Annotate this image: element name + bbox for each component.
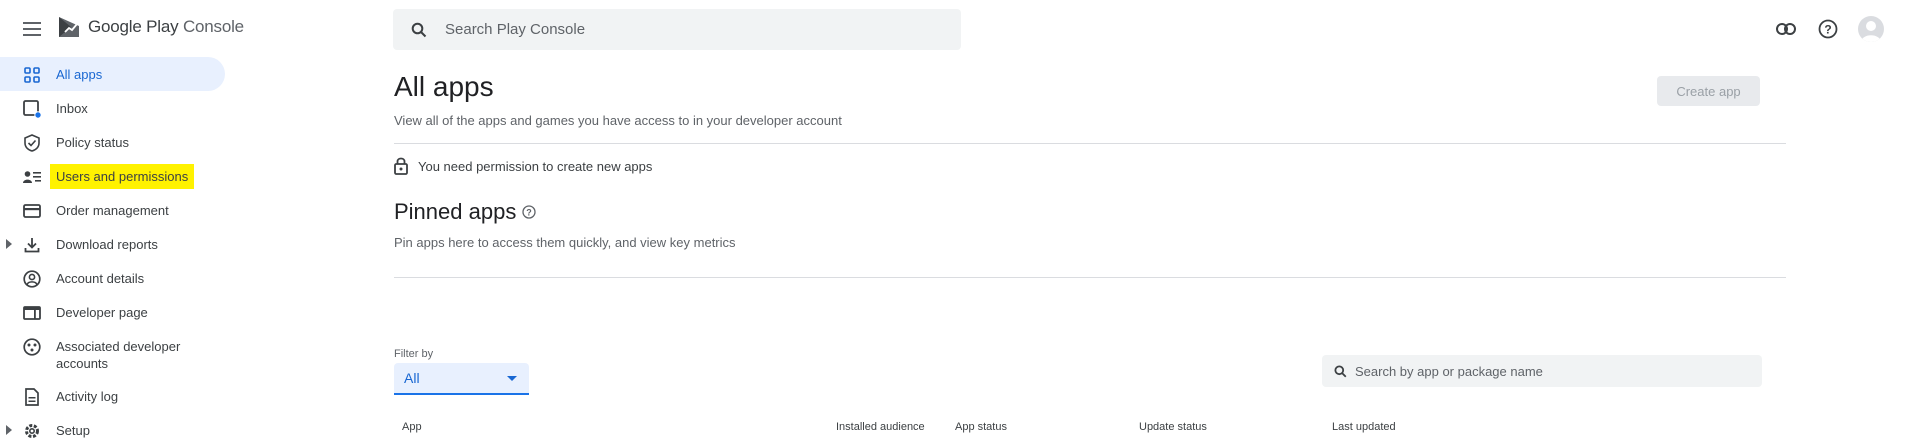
expand-arrow-icon[interactable]	[6, 425, 12, 435]
sidebar-nav: All apps Inbox Policy status Users and p…	[0, 57, 225, 442]
column-header-installed-audience[interactable]: Installed audience	[836, 421, 925, 433]
column-header-app[interactable]: App	[402, 421, 422, 433]
permission-notice: You need permission to create new apps	[394, 157, 652, 175]
play-console-logo-icon	[59, 17, 79, 37]
sidebar-item-setup[interactable]: Setup	[0, 413, 225, 442]
link-icon[interactable]	[1774, 17, 1798, 41]
search-icon	[1334, 364, 1347, 377]
filter-by-label: Filter by	[394, 348, 434, 360]
create-app-button[interactable]: Create app	[1657, 76, 1760, 106]
lock-icon	[394, 157, 408, 175]
sidebar-item-all-apps[interactable]: All apps	[0, 57, 225, 91]
sidebar-item-label: Associated developer accounts	[56, 339, 181, 371]
svg-text:?: ?	[1824, 23, 1831, 37]
search-icon	[411, 22, 427, 37]
web-page-icon	[23, 304, 41, 322]
help-icon[interactable]: ?	[1816, 17, 1840, 41]
pinned-apps-heading: Pinned apps ?	[394, 199, 536, 225]
google-play-console-logo[interactable]: Google Play Console	[56, 14, 244, 40]
column-header-last-updated[interactable]: Last updated	[1332, 421, 1396, 433]
hamburger-menu-icon[interactable]	[20, 17, 44, 41]
sidebar-item-inbox[interactable]: Inbox	[0, 91, 225, 125]
pinned-apps-subtitle: Pin apps here to access them quickly, an…	[394, 235, 736, 250]
filter-dropdown[interactable]: All	[394, 363, 529, 395]
sidebar-item-label: All apps	[56, 66, 103, 82]
sidebar-item-order-management[interactable]: Order management	[0, 193, 225, 227]
page-title: All apps	[394, 71, 494, 102]
inbox-icon	[23, 100, 41, 118]
pinned-apps-title: Pinned apps	[394, 199, 517, 224]
sidebar-item-label: Inbox	[56, 100, 88, 116]
linked-accounts-icon	[23, 338, 41, 356]
sidebar-item-activity-log[interactable]: Activity log	[0, 379, 225, 413]
search-play-console-input[interactable]: Search Play Console	[393, 9, 961, 50]
app-search-placeholder: Search by app or package name	[1355, 363, 1543, 379]
sidebar-item-label: Order management	[56, 202, 169, 218]
grid-icon	[23, 66, 41, 84]
users-list-icon	[23, 168, 41, 186]
sidebar-item-label: Developer page	[56, 304, 148, 320]
dropdown-arrow-icon	[507, 376, 517, 381]
column-header-app-status[interactable]: App status	[955, 421, 1007, 433]
app-search-input[interactable]: Search by app or package name	[1322, 355, 1762, 387]
shield-check-icon	[23, 134, 41, 152]
sidebar-item-label: Setup	[56, 422, 90, 438]
divider	[394, 277, 1786, 278]
sidebar-item-label: Download reports	[56, 236, 158, 252]
page-subtitle: View all of the apps and games you have …	[394, 113, 842, 128]
credit-card-icon	[23, 202, 41, 220]
sidebar-item-label: Activity log	[56, 388, 119, 404]
expand-arrow-icon[interactable]	[6, 239, 12, 249]
sidebar-item-label: Users and permissions	[50, 163, 195, 189]
help-icon[interactable]: ?	[522, 205, 536, 219]
search-placeholder: Search Play Console	[445, 21, 586, 38]
sidebar-item-label: Account details	[56, 270, 145, 286]
account-avatar[interactable]	[1858, 16, 1884, 42]
account-circle-icon	[23, 270, 41, 288]
sidebar-item-users-and-permissions[interactable]: Users and permissions	[0, 159, 225, 193]
column-header-update-status[interactable]: Update status	[1139, 421, 1207, 433]
sidebar-item-policy-status[interactable]: Policy status	[0, 125, 225, 159]
sidebar-item-download-reports[interactable]: Download reports	[0, 227, 225, 261]
gear-icon	[23, 422, 41, 440]
document-icon	[23, 388, 41, 406]
permission-notice-text: You need permission to create new apps	[418, 158, 653, 174]
filter-selected-value: All	[404, 370, 420, 386]
sidebar-item-associated-developer-accounts[interactable]: Associated developer accounts	[0, 329, 225, 379]
divider	[394, 143, 1786, 144]
sidebar-item-account-details[interactable]: Account details	[0, 261, 225, 295]
download-icon	[23, 236, 41, 254]
sidebar-item-developer-page[interactable]: Developer page	[0, 295, 225, 329]
svg-text:?: ?	[527, 207, 533, 217]
sidebar-item-label: Policy status	[56, 134, 129, 150]
brand-name: Google Play Console	[88, 17, 244, 36]
